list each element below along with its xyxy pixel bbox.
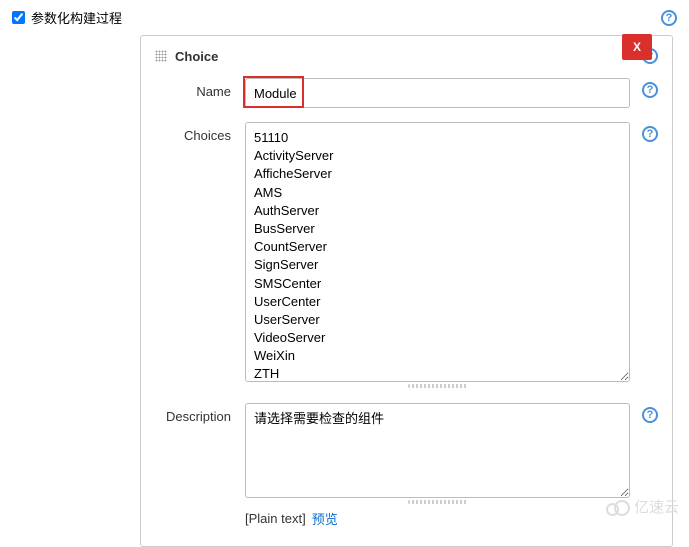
panel-title: Choice [155, 49, 218, 64]
help-icon[interactable]: ? [642, 126, 658, 142]
drag-handle-icon[interactable] [155, 50, 167, 62]
param-build-checkbox[interactable] [12, 11, 25, 24]
choice-panel: X Choice ? Name ? Choices ? Description [140, 35, 673, 547]
param-build-label: 参数化构建过程 [31, 8, 122, 27]
description-textarea[interactable] [245, 403, 630, 498]
preview-link[interactable]: 预览 [312, 509, 338, 528]
name-label: Name [155, 78, 245, 99]
help-icon[interactable]: ? [642, 82, 658, 98]
help-icon[interactable]: ? [661, 10, 677, 26]
resize-grip-icon[interactable] [245, 499, 630, 505]
choices-label: Choices [155, 122, 245, 143]
help-icon[interactable]: ? [642, 407, 658, 423]
choices-textarea[interactable] [245, 122, 630, 382]
name-input[interactable] [245, 78, 630, 108]
description-label: Description [155, 403, 245, 424]
param-build-checkbox-row[interactable]: 参数化构建过程 [12, 8, 122, 27]
close-button[interactable]: X [622, 34, 652, 60]
plaintext-label: [Plain text] [245, 511, 306, 526]
resize-grip-icon[interactable] [245, 383, 630, 389]
